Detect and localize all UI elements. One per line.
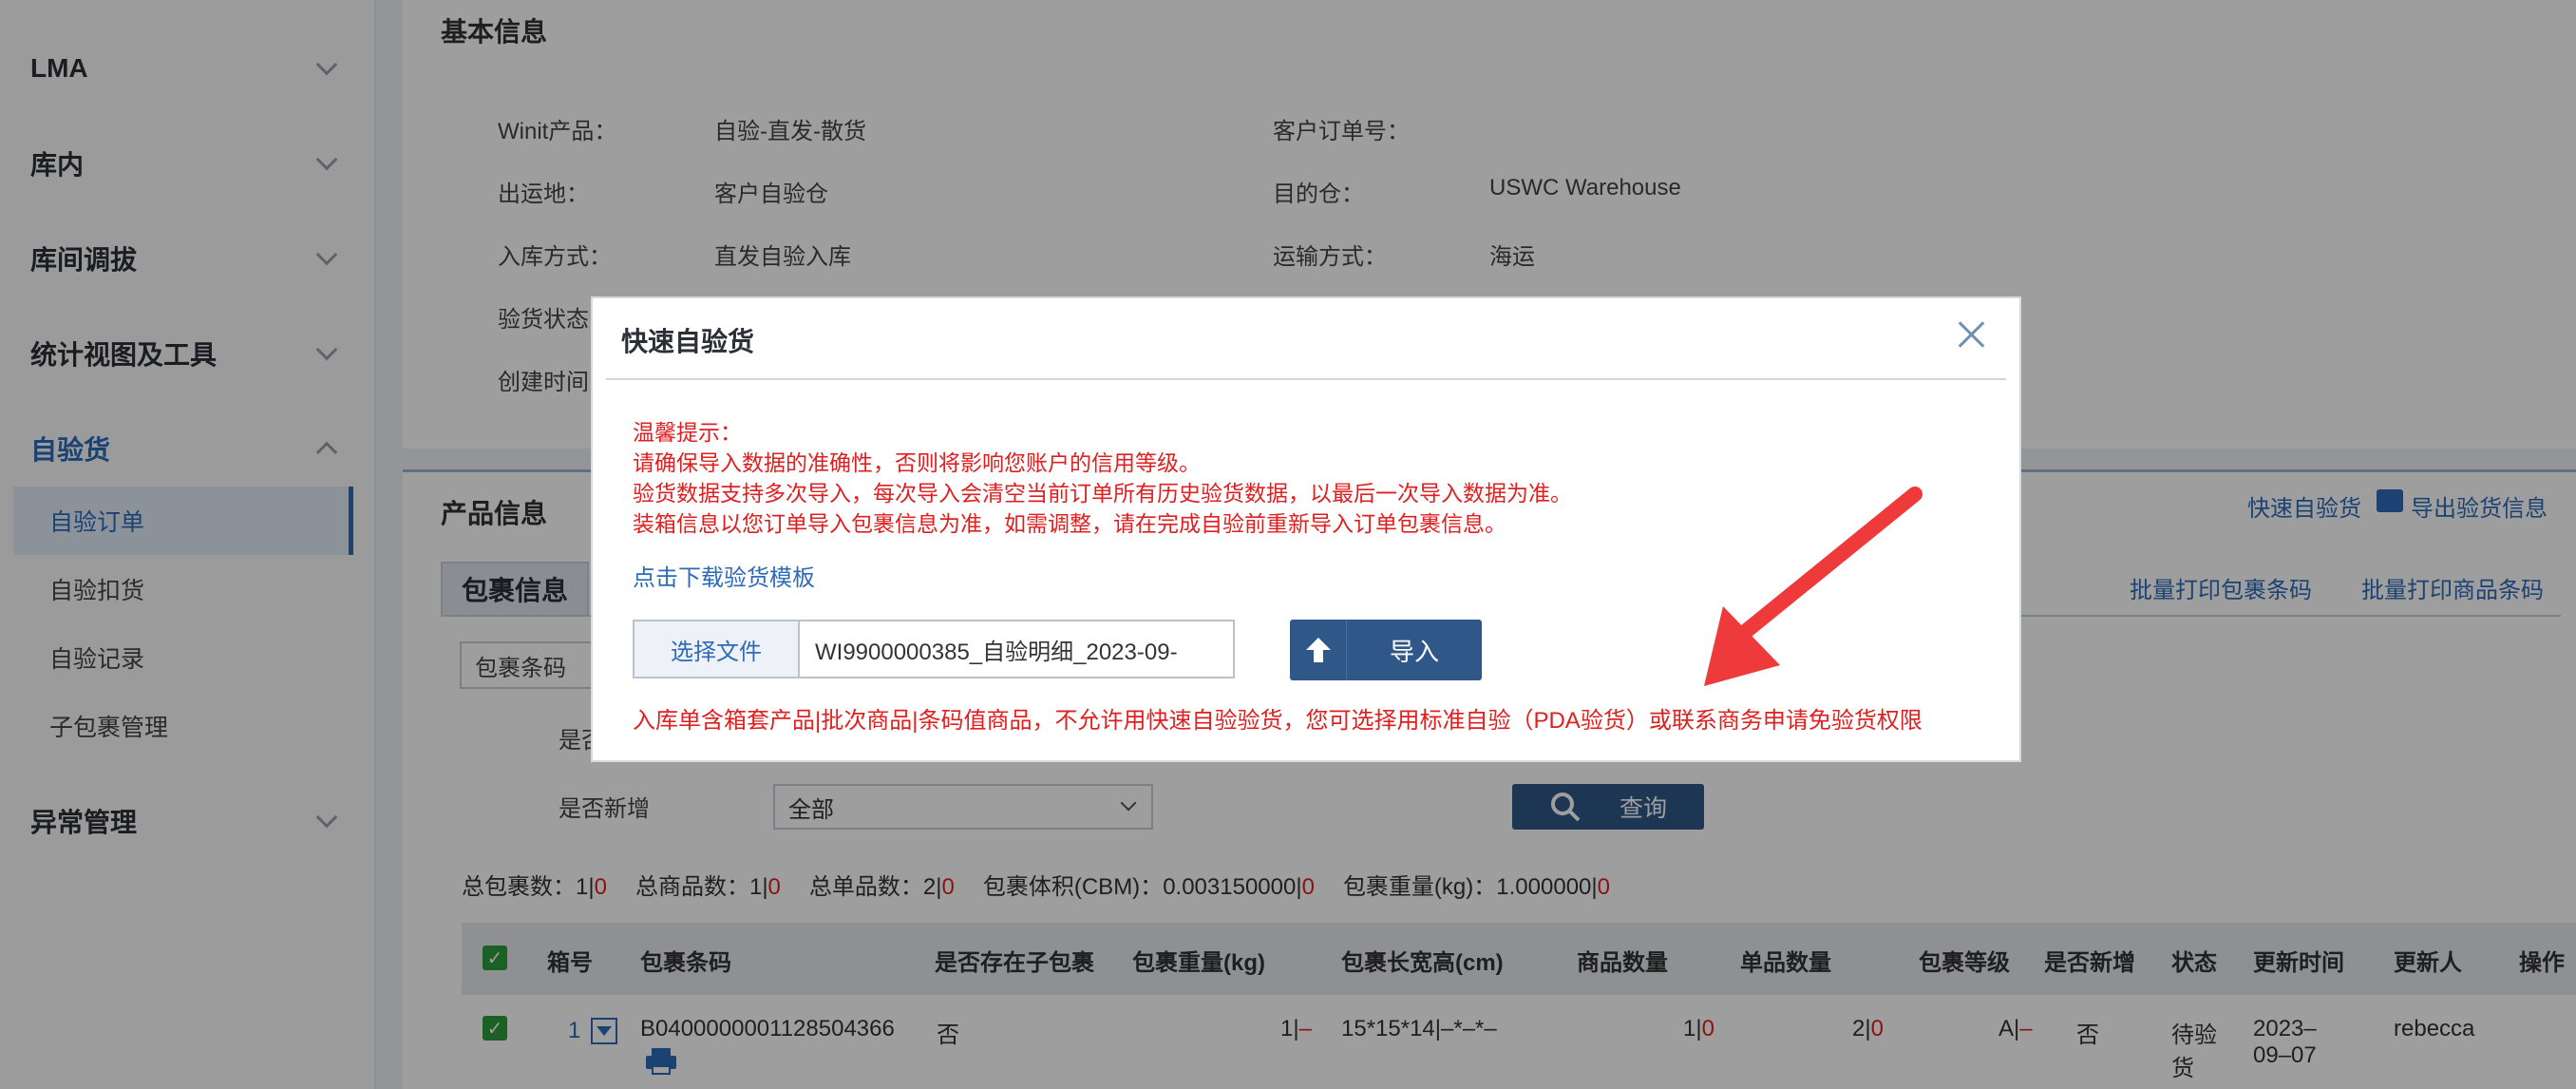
download-template-link[interactable]: 点击下载验货模板 bbox=[633, 559, 815, 592]
tip-line-1: 请确保导入数据的准确性，否则将影响您账户的信用等级。 bbox=[633, 450, 1201, 475]
choose-file-button[interactable]: 选择文件 bbox=[633, 620, 800, 678]
tip-title: 温馨提示： bbox=[633, 420, 742, 445]
upload-arrow-icon bbox=[1290, 620, 1347, 680]
red-arrow-annotation bbox=[1704, 487, 1923, 686]
tip-line-2: 验货数据支持多次导入，每次导入会清空当前订单所有历史验货数据，以最后一次导入数据… bbox=[633, 481, 1572, 506]
close-icon[interactable] bbox=[1953, 315, 1991, 353]
import-button-label: 导入 bbox=[1389, 637, 1439, 666]
file-name-field[interactable]: WI9900000385_自验明细_2023-09- bbox=[798, 620, 1235, 678]
import-button[interactable]: 导入 bbox=[1290, 620, 1482, 680]
error-message: 入库单含箱套产品|批次商品|条码值商品，不允许用快速自验验货，您可选择用标准自验… bbox=[633, 708, 1923, 734]
tip-line-3: 装箱信息以您订单导入包裹信息为准，如需调整，请在完成自验前重新导入订单包裹信息。 bbox=[633, 511, 1506, 536]
dialog-title: 快速自验货 bbox=[621, 327, 755, 356]
dialog-divider bbox=[606, 378, 2006, 380]
